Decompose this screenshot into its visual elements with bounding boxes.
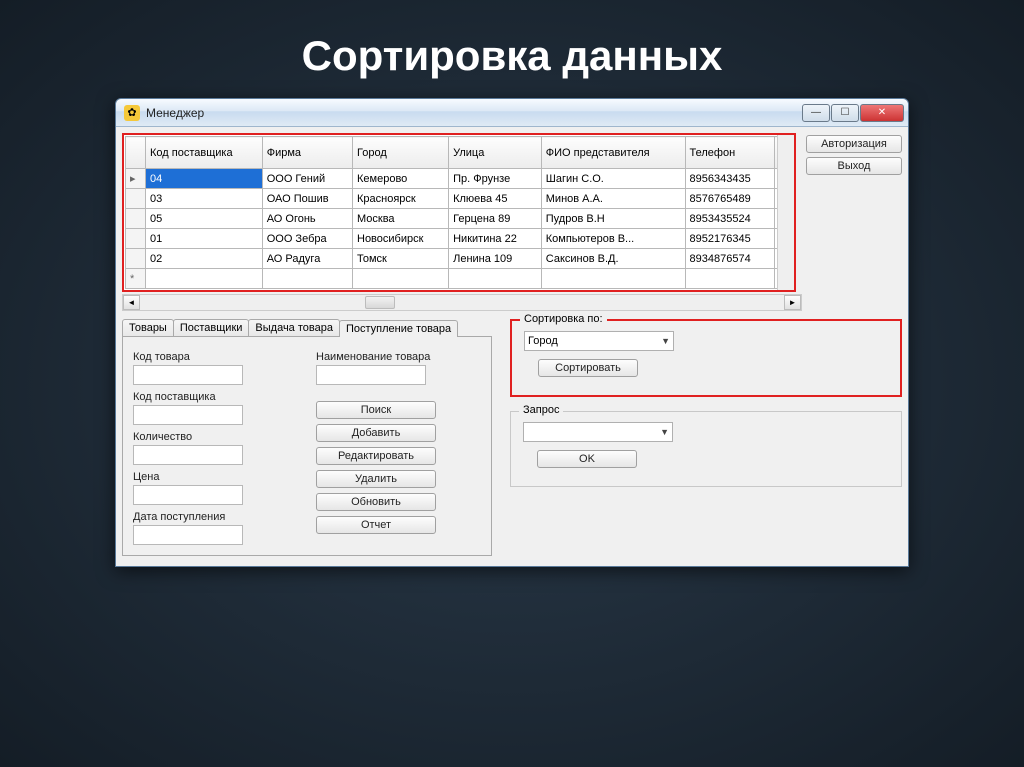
tabstrip: ТоварыПоставщикиВыдача товараПоступление… [122,319,492,336]
form-field[interactable] [133,445,243,465]
exit-button[interactable]: Выход [806,157,902,175]
column-header[interactable]: Код поставщика [146,137,263,169]
table-cell[interactable]: Саксинов В.Д. [541,249,685,269]
slide-title: Сортировка данных [0,0,1024,98]
column-header[interactable]: ФИО представителя [541,137,685,169]
sort-button[interactable]: Сортировать [538,359,638,377]
table-cell[interactable]: АО Огонь [262,209,352,229]
table-cell[interactable]: АО Радуга [262,249,352,269]
table-row[interactable]: 03ОАО ПошивКрасноярскКлюева 45Минов А.А.… [126,189,793,209]
column-header[interactable]: Фирма [262,137,352,169]
table-cell[interactable]: 02 [146,249,263,269]
horizontal-scrollbar[interactable]: ◄ ► [122,294,802,311]
table-cell[interactable]: Пудров В.Н [541,209,685,229]
action-button[interactable]: Обновить [316,493,436,511]
table-cell[interactable]: Шагин С.О. [541,169,685,189]
sort-field-value: Город [528,335,558,347]
table-cell[interactable]: Кемерово [353,169,449,189]
field-label: Код поставщика [133,391,298,403]
table-row[interactable]: 05АО ОгоньМоскваГерцена 89Пудров В.Н8953… [126,209,793,229]
tab-body: Код товара Код поставщика Количество Цена Да… [122,336,492,556]
table-cell[interactable]: 01 [146,229,263,249]
tab-1[interactable]: Поставщики [173,319,250,336]
table-cell[interactable]: 05 [146,209,263,229]
field-label: Количество [133,431,298,443]
table-row[interactable]: 01ООО ЗебраНовосибирскНикитина 22Компьют… [126,229,793,249]
suppliers-grid[interactable]: Код поставщикаФирмаГородУлицаФИО предста… [122,133,796,292]
action-button[interactable]: Редактировать [316,447,436,465]
item-name-field[interactable] [316,365,426,385]
table-cell[interactable]: Ленина 109 [449,249,542,269]
scroll-thumb[interactable] [365,296,395,309]
column-header[interactable]: Улица [449,137,542,169]
table-cell[interactable]: Минов А.А. [541,189,685,209]
maximize-button[interactable]: ☐ [831,104,859,122]
tab-0[interactable]: Товары [122,319,174,336]
column-header[interactable]: Телефон [685,137,774,169]
vertical-scrollbar[interactable] [777,135,794,290]
table-cell[interactable]: ООО Гений [262,169,352,189]
table-cell[interactable]: Томск [353,249,449,269]
table-row[interactable]: 02АО РадугаТомскЛенина 109Саксинов В.Д.8… [126,249,793,269]
form-field[interactable] [133,365,243,385]
window-title: Менеджер [146,106,802,120]
scroll-right-icon[interactable]: ► [784,295,801,310]
action-button[interactable]: Поиск [316,401,436,419]
close-button[interactable]: ✕ [860,104,904,122]
tab-3[interactable]: Поступление товара [339,320,458,337]
table-cell[interactable]: 8934876574 [685,249,774,269]
table-cell[interactable]: 03 [146,189,263,209]
table-cell[interactable]: ООО Зебра [262,229,352,249]
table-cell[interactable]: Москва [353,209,449,229]
table-cell[interactable]: 8953435524 [685,209,774,229]
table-cell[interactable]: Клюева 45 [449,189,542,209]
query-ok-button[interactable]: OK [537,450,637,468]
form-field[interactable] [133,525,243,545]
table-cell[interactable]: Пр. Фрунзе [449,169,542,189]
app-icon: ✿ [124,105,140,121]
chevron-down-icon: ▼ [661,336,670,346]
sort-groupbox: Сортировка по: Город ▼ Сортировать [510,319,902,397]
chevron-down-icon: ▼ [660,427,669,437]
field-label: Дата поступления [133,511,298,523]
titlebar[interactable]: ✿ Менеджер — ☐ ✕ [116,99,908,127]
form-field[interactable] [133,405,243,425]
sort-field-combo[interactable]: Город ▼ [524,331,674,351]
table-cell[interactable]: 8952176345 [685,229,774,249]
minimize-button[interactable]: — [802,104,830,122]
query-combo[interactable]: ▼ [523,422,673,442]
form-field[interactable] [133,485,243,505]
table-cell[interactable]: Компьютеров В... [541,229,685,249]
query-legend: Запрос [519,404,563,416]
app-window: ✿ Менеджер — ☐ ✕ Код поставщикаФирмаГоро… [115,98,909,567]
scroll-left-icon[interactable]: ◄ [123,295,140,310]
table-cell[interactable]: 8576765489 [685,189,774,209]
field-label: Наименование товара [316,351,481,363]
query-groupbox: Запрос ▼ OK [510,411,902,487]
table-cell[interactable]: 04 [146,169,263,189]
table-row[interactable]: ▸04ООО ГенийКемеровоПр. ФрунзеШагин С.О.… [126,169,793,189]
table-cell[interactable]: 8956343435 [685,169,774,189]
action-button[interactable]: Отчет [316,516,436,534]
action-button[interactable]: Удалить [316,470,436,488]
table-cell[interactable]: Красноярск [353,189,449,209]
field-label: Цена [133,471,298,483]
sort-legend: Сортировка по: [520,313,607,325]
field-label: Код товара [133,351,298,363]
table-cell[interactable]: ОАО Пошив [262,189,352,209]
tab-2[interactable]: Выдача товара [248,319,340,336]
table-cell[interactable]: Герцена 89 [449,209,542,229]
table-cell[interactable]: Никитина 22 [449,229,542,249]
auth-button[interactable]: Авторизация [806,135,902,153]
action-button[interactable]: Добавить [316,424,436,442]
column-header[interactable]: Город [353,137,449,169]
table-cell[interactable]: Новосибирск [353,229,449,249]
